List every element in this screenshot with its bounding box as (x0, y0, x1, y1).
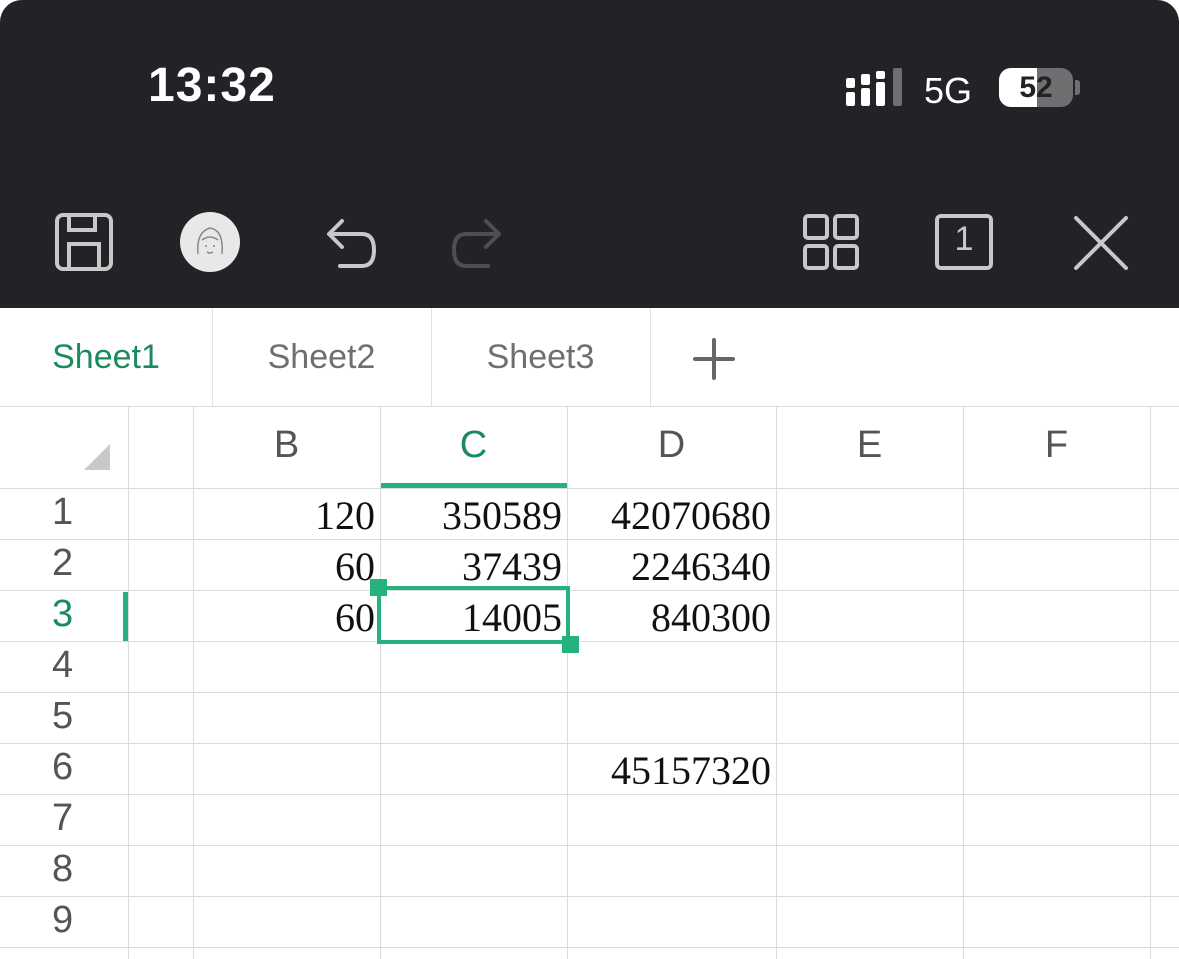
column-header-f[interactable]: F (963, 406, 1150, 488)
tab-sheet1[interactable]: Sheet1 (0, 308, 213, 406)
column-header-e[interactable]: E (776, 406, 963, 488)
row-header-4[interactable]: 4 (0, 642, 128, 693)
grid-view-icon[interactable] (800, 210, 864, 274)
close-icon[interactable] (1068, 210, 1132, 274)
network-type: 5G (924, 70, 973, 111)
row-header-5[interactable]: 5 (0, 693, 128, 744)
column-header-c[interactable]: C (380, 406, 567, 488)
cell-d3[interactable]: 840300 (567, 591, 776, 642)
cell-b2[interactable]: 60 (193, 540, 380, 591)
cell-d2[interactable]: 2246340 (567, 540, 776, 591)
save-icon[interactable] (52, 210, 116, 274)
cell-b1[interactable]: 120 (193, 489, 380, 540)
selection-handle-top-left[interactable] (370, 579, 387, 596)
row-header-6[interactable]: 6 (0, 744, 128, 795)
cell-d6[interactable]: 45157320 (567, 744, 776, 795)
active-column-indicator (381, 483, 567, 488)
cell-b3[interactable]: 60 (193, 591, 380, 642)
battery-icon: 52 (999, 68, 1073, 107)
selection-box[interactable] (377, 586, 570, 644)
plus-icon[interactable] (690, 335, 738, 383)
cell-d1[interactable]: 42070680 (567, 489, 776, 540)
row-header-8[interactable]: 8 (0, 846, 128, 897)
cell-c2[interactable]: 37439 (380, 540, 567, 591)
selection-handle-bottom-right[interactable] (562, 636, 579, 653)
tab-sheet2[interactable]: Sheet2 (212, 308, 432, 406)
select-all-corner[interactable] (84, 444, 110, 470)
page-count-icon[interactable]: 1 (932, 210, 996, 274)
tab-sheet3[interactable]: Sheet3 (431, 308, 651, 406)
active-row-indicator (123, 592, 128, 641)
cell-c1[interactable]: 350589 (380, 489, 567, 540)
row-header-3[interactable]: 3 (0, 591, 128, 642)
avatar[interactable] (178, 210, 242, 274)
top-bar (0, 0, 1179, 308)
redo-icon[interactable] (448, 210, 512, 274)
column-header-b[interactable]: B (193, 406, 380, 488)
row-header-2[interactable]: 2 (0, 540, 128, 591)
row-header-9[interactable]: 9 (0, 897, 128, 948)
row-header-7[interactable]: 7 (0, 795, 128, 846)
battery-level: 52 (1019, 71, 1053, 104)
battery-tip (1075, 80, 1080, 95)
status-time: 13:32 (148, 59, 276, 112)
undo-icon[interactable] (316, 210, 380, 274)
page-count: 1 (954, 220, 974, 258)
row-header-1[interactable]: 1 (0, 489, 128, 540)
column-header-d[interactable]: D (567, 406, 776, 488)
